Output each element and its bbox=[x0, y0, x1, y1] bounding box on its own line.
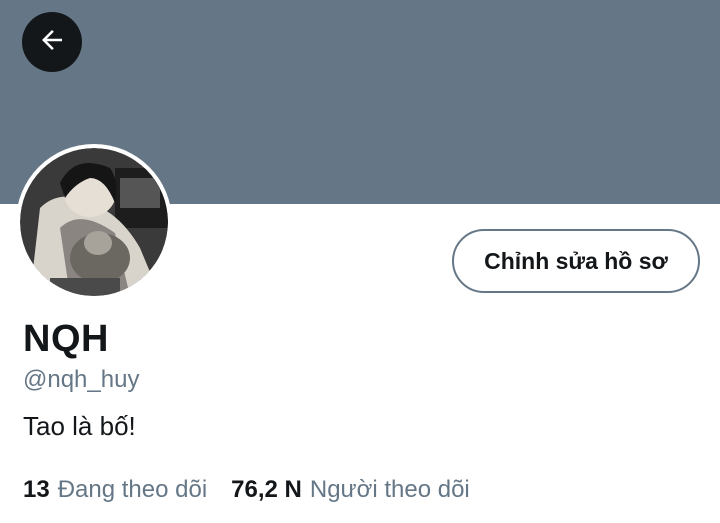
profile-stats: 13 Đang theo dõi 76,2 N Người theo dõi bbox=[23, 476, 470, 504]
followers-count: 76,2 N bbox=[231, 476, 302, 503]
user-handle: @nqh_huy bbox=[23, 366, 140, 393]
back-button[interactable] bbox=[22, 12, 82, 72]
avatar-image bbox=[20, 148, 168, 296]
following-label: Đang theo dõi bbox=[57, 476, 208, 503]
edit-profile-button[interactable]: Chỉnh sửa hồ sơ bbox=[452, 229, 700, 293]
following-stat[interactable]: 13 Đang theo dõi bbox=[23, 476, 207, 504]
followers-stat[interactable]: 76,2 N Người theo dõi bbox=[231, 476, 470, 504]
profile-bio: Tao là bố! bbox=[23, 411, 136, 441]
following-count: 13 bbox=[23, 476, 50, 503]
avatar[interactable] bbox=[16, 144, 172, 300]
display-name: NQH bbox=[23, 318, 109, 360]
followers-label: Người theo dõi bbox=[309, 476, 470, 503]
arrow-left-icon bbox=[37, 25, 67, 60]
